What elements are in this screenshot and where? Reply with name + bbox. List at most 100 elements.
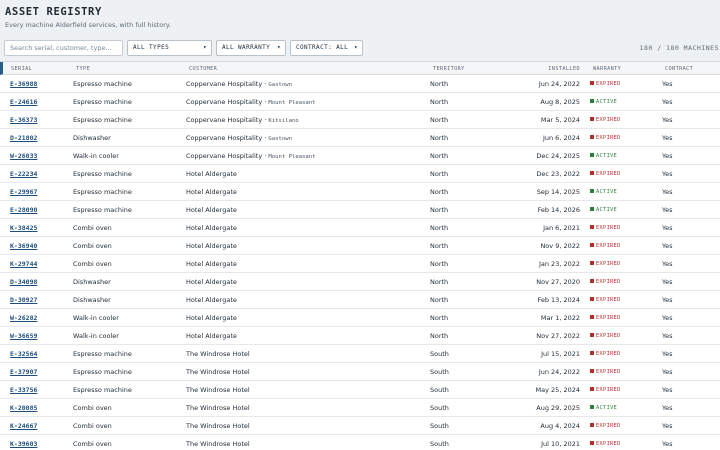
- column-header-contract[interactable]: CONTRACT: [665, 66, 693, 72]
- customer-cell: Hotel Aldergate: [186, 224, 237, 232]
- table-row[interactable]: E-24616 Espresso machine Coppervane Hospit…: [0, 93, 720, 111]
- table-row[interactable]: D-34098 Dishwasher Hotel Aldergate North Nov…: [0, 273, 720, 291]
- column-header-serial[interactable]: SERIAL: [11, 66, 32, 72]
- table-row[interactable]: E-29967 Espresso machine Hotel Aldergate No…: [0, 183, 720, 201]
- table-row[interactable]: E-32564 Espresso machine The Windrose Hote…: [0, 345, 720, 363]
- status-square-icon: [590, 333, 594, 337]
- warranty-status-badge: ACTIVE: [590, 207, 617, 213]
- status-square-icon: [590, 189, 594, 193]
- status-square-icon: [590, 99, 594, 103]
- table-row[interactable]: E-37907 Espresso machine The Windrose Hote…: [0, 363, 720, 381]
- serial-link[interactable]: E-28090: [10, 206, 37, 214]
- table-row[interactable]: W-26282 Walk-in cooler Hotel Aldergate Nort…: [0, 309, 720, 327]
- warranty-status-badge: EXPIRED: [590, 441, 621, 447]
- serial-link[interactable]: E-33756: [10, 386, 37, 394]
- customer-name: Hotel Aldergate: [186, 188, 237, 196]
- table-row[interactable]: K-36940 Combi oven Hotel Aldergate North Nov…: [0, 237, 720, 255]
- warranty-status-label: EXPIRED: [596, 441, 621, 447]
- table-row[interactable]: D-30927 Dishwasher Hotel Aldergate North Feb…: [0, 291, 720, 309]
- installed-cell: Aug 29, 2025: [536, 404, 580, 412]
- serial-link[interactable]: W-26282: [10, 314, 37, 322]
- warranty-status-badge: ACTIVE: [590, 405, 617, 411]
- installed-cell: Jan 6, 2021: [543, 224, 580, 232]
- serial-link[interactable]: K-29744: [10, 260, 37, 268]
- table-row[interactable]: K-20085 Combi oven The Windrose Hotel South…: [0, 399, 720, 417]
- warranty-filter-select[interactable]: ALL WARRANTY ▾: [216, 40, 286, 56]
- status-square-icon: [590, 351, 594, 355]
- serial-link[interactable]: E-24616: [10, 98, 37, 106]
- serial-link[interactable]: E-36988: [10, 80, 37, 88]
- warranty-status-badge: EXPIRED: [590, 315, 621, 321]
- warranty-status-label: EXPIRED: [596, 261, 621, 267]
- serial-link[interactable]: K-24667: [10, 422, 37, 430]
- type-filter-select[interactable]: ALL TYPES ▾: [127, 40, 212, 56]
- type-cell: Espresso machine: [73, 116, 132, 124]
- customer-cell: Hotel Aldergate: [186, 188, 237, 196]
- customer-cell: Hotel Aldergate: [186, 170, 237, 178]
- contract-cell: Yes: [662, 332, 673, 340]
- warranty-status-badge: EXPIRED: [590, 387, 621, 393]
- column-header-type[interactable]: TYPE: [76, 66, 90, 72]
- warranty-filter-value: ALL WARRANTY: [222, 44, 271, 51]
- territory-cell: North: [430, 188, 449, 196]
- type-cell: Combi oven: [73, 422, 112, 430]
- table-row[interactable]: E-28090 Espresso machine Hotel Aldergate No…: [0, 201, 720, 219]
- warranty-status-badge: EXPIRED: [590, 171, 621, 177]
- type-cell: Espresso machine: [73, 386, 132, 394]
- machine-count: 180 / 180 MACHINES: [639, 44, 719, 52]
- table-row[interactable]: E-36988 Espresso machine Coppervane Hospit…: [0, 75, 720, 93]
- search-input[interactable]: [4, 40, 123, 56]
- serial-link[interactable]: K-38425: [10, 224, 37, 232]
- contract-cell: Yes: [662, 206, 673, 214]
- territory-cell: North: [430, 170, 449, 178]
- status-square-icon: [590, 207, 594, 211]
- table-row[interactable]: D-21802 Dishwasher Coppervane Hospitality …: [0, 129, 720, 147]
- installed-cell: Jun 6, 2024: [542, 134, 580, 142]
- serial-link[interactable]: K-39603: [10, 440, 37, 448]
- column-header-installed[interactable]: INSTALLED: [548, 66, 580, 72]
- installed-cell: Mar 1, 2022: [540, 314, 580, 322]
- serial-link[interactable]: K-36940: [10, 242, 37, 250]
- table-row[interactable]: E-22234 Espresso machine Hotel Aldergate No…: [0, 165, 720, 183]
- warranty-status-label: ACTIVE: [596, 189, 618, 195]
- serial-link[interactable]: K-20085: [10, 404, 37, 412]
- customer-name: Coppervane Hospitality: [186, 116, 263, 124]
- column-header-customer[interactable]: CUSTOMER: [189, 66, 217, 72]
- serial-link[interactable]: W-36659: [10, 332, 37, 340]
- status-square-icon: [590, 243, 594, 247]
- customer-cell: Hotel Aldergate: [186, 206, 237, 214]
- territory-cell: North: [430, 206, 449, 214]
- table-row[interactable]: K-29744 Combi oven Hotel Aldergate North Jan…: [0, 255, 720, 273]
- chevron-down-icon: ▾: [202, 44, 207, 51]
- warranty-status-badge: ACTIVE: [590, 153, 617, 159]
- table-row[interactable]: E-36373 Espresso machine Coppervane Hospit…: [0, 111, 720, 129]
- type-cell: Combi oven: [73, 404, 112, 412]
- table-row[interactable]: E-33756 Espresso machine The Windrose Hote…: [0, 381, 720, 399]
- table-row[interactable]: K-38425 Combi oven Hotel Aldergate North Jan…: [0, 219, 720, 237]
- contract-cell: Yes: [662, 386, 673, 394]
- table-row[interactable]: K-24667 Combi oven The Windrose Hotel South…: [0, 417, 720, 435]
- customer-cell: The Windrose Hotel: [186, 350, 250, 358]
- table-row[interactable]: K-39603 Combi oven The Windrose Hotel South…: [0, 435, 720, 450]
- serial-link[interactable]: E-36373: [10, 116, 37, 124]
- contract-filter-select[interactable]: CONTRACT: ALL ▾: [290, 40, 363, 56]
- serial-link[interactable]: D-21802: [10, 134, 37, 142]
- customer-cell: The Windrose Hotel: [186, 422, 250, 430]
- table-row[interactable]: W-36659 Walk-in cooler Hotel Aldergate Nort…: [0, 327, 720, 345]
- table-row[interactable]: W-26033 Walk-in cooler Coppervane Hospital…: [0, 147, 720, 165]
- column-header-territory[interactable]: TERRITORY: [433, 66, 465, 72]
- customer-name: The Windrose Hotel: [186, 422, 250, 430]
- serial-link[interactable]: E-37907: [10, 368, 37, 376]
- serial-link[interactable]: D-34098: [10, 278, 37, 286]
- serial-link[interactable]: E-22234: [10, 170, 37, 178]
- serial-link[interactable]: D-30927: [10, 296, 37, 304]
- territory-cell: North: [430, 278, 449, 286]
- customer-name: The Windrose Hotel: [186, 440, 250, 448]
- type-cell: Dishwasher: [73, 278, 111, 286]
- serial-link[interactable]: W-26033: [10, 152, 37, 160]
- territory-cell: North: [430, 80, 449, 88]
- serial-link[interactable]: E-29967: [10, 188, 37, 196]
- column-header-warranty[interactable]: WARRANTY: [593, 66, 621, 72]
- warranty-status-badge: EXPIRED: [590, 117, 621, 123]
- serial-link[interactable]: E-32564: [10, 350, 37, 358]
